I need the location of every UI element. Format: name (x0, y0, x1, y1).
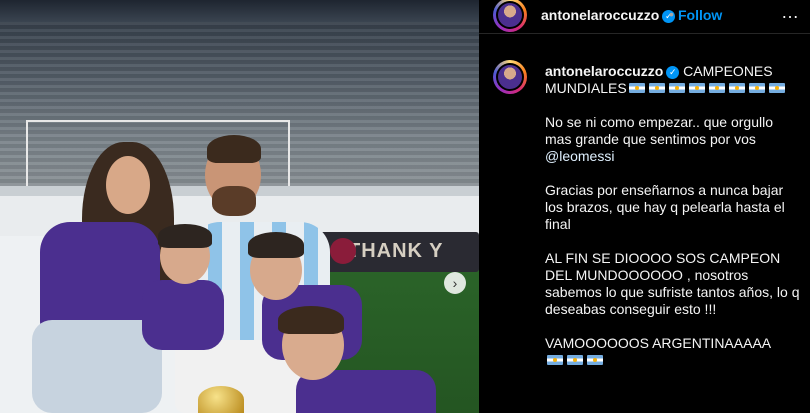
post-caption: antonelaroccuzzo ✓ CAMPEONES MUNDIALES No… (545, 63, 803, 386)
carousel-next-button[interactable]: › (444, 272, 466, 294)
caption-line-4: VAMOOOOOOS ARGENTINAAAAA (545, 335, 772, 351)
argentina-flag-icon (567, 355, 583, 365)
man-beard (212, 186, 256, 216)
follow-button[interactable]: Follow (678, 7, 722, 23)
caption-line-3: AL FIN SE DIOOOO SOS CAMPEON DEL MUNDOOO… (545, 250, 800, 317)
ad-logo (330, 238, 356, 264)
child-middle-hair (248, 232, 304, 258)
caption-username[interactable]: antonelaroccuzzo (545, 63, 663, 79)
caption-paragraph-2: Gracias por enseñarnos a nunca bajar los… (545, 182, 803, 233)
caption-paragraph-3: AL FIN SE DIOOOO SOS CAMPEON DEL MUNDOOO… (545, 250, 803, 318)
argentina-flag-icon (748, 83, 765, 93)
caption-title-paragraph: antonelaroccuzzo ✓ CAMPEONES MUNDIALES (545, 63, 803, 97)
ad-board-text: THANK Y (348, 240, 444, 262)
caption-paragraph-4: VAMOOOOOOS ARGENTINAAAAA (545, 335, 803, 369)
argentina-flag-icon (728, 83, 745, 93)
more-options-icon[interactable]: … (781, 2, 800, 23)
end-flags (545, 352, 605, 368)
post-photo[interactable]: THANK Y › (0, 0, 479, 413)
caption-paragraph-1: No se ni como empezar.. que orgullo mas … (545, 114, 803, 165)
argentina-flag-icon (668, 83, 685, 93)
avatar-picture (498, 65, 522, 89)
post-header: antonelaroccuzzo ✓ • Follow … (479, 0, 810, 34)
title-flags (627, 80, 787, 96)
world-cup-trophy (198, 386, 244, 413)
header-avatar[interactable] (493, 0, 527, 32)
header-separator: • (669, 6, 674, 22)
stadium-roof (0, 0, 479, 22)
header-username-group: antonelaroccuzzo ✓ (541, 7, 676, 25)
caption-avatar[interactable] (493, 60, 527, 94)
argentina-flag-icon (628, 83, 645, 93)
avatar-picture (498, 3, 522, 27)
argentina-flag-icon (708, 83, 725, 93)
caption-line-1: No se ni como empezar.. que orgullo mas … (545, 114, 774, 147)
verified-badge-icon: ✓ (666, 66, 680, 79)
argentina-flag-icon (768, 83, 785, 93)
man-hair (207, 135, 261, 163)
argentina-flag-icon (547, 355, 563, 365)
argentina-flag-icon (648, 83, 665, 93)
woman-face (106, 156, 150, 214)
mention-link[interactable]: @leomessi (545, 148, 614, 164)
child-left-jersey (142, 280, 224, 350)
caption-line-2: Gracias por enseñarnos a nunca bajar los… (545, 182, 785, 232)
header-username[interactable]: antonelaroccuzzo (541, 7, 659, 23)
argentina-flag-icon (688, 83, 705, 93)
child-front-hair (278, 306, 344, 334)
argentina-flag-icon (587, 355, 603, 365)
post-side-panel: antonelaroccuzzo ✓ • Follow … antonelaroc… (479, 0, 810, 413)
child-left-hair (158, 224, 212, 248)
